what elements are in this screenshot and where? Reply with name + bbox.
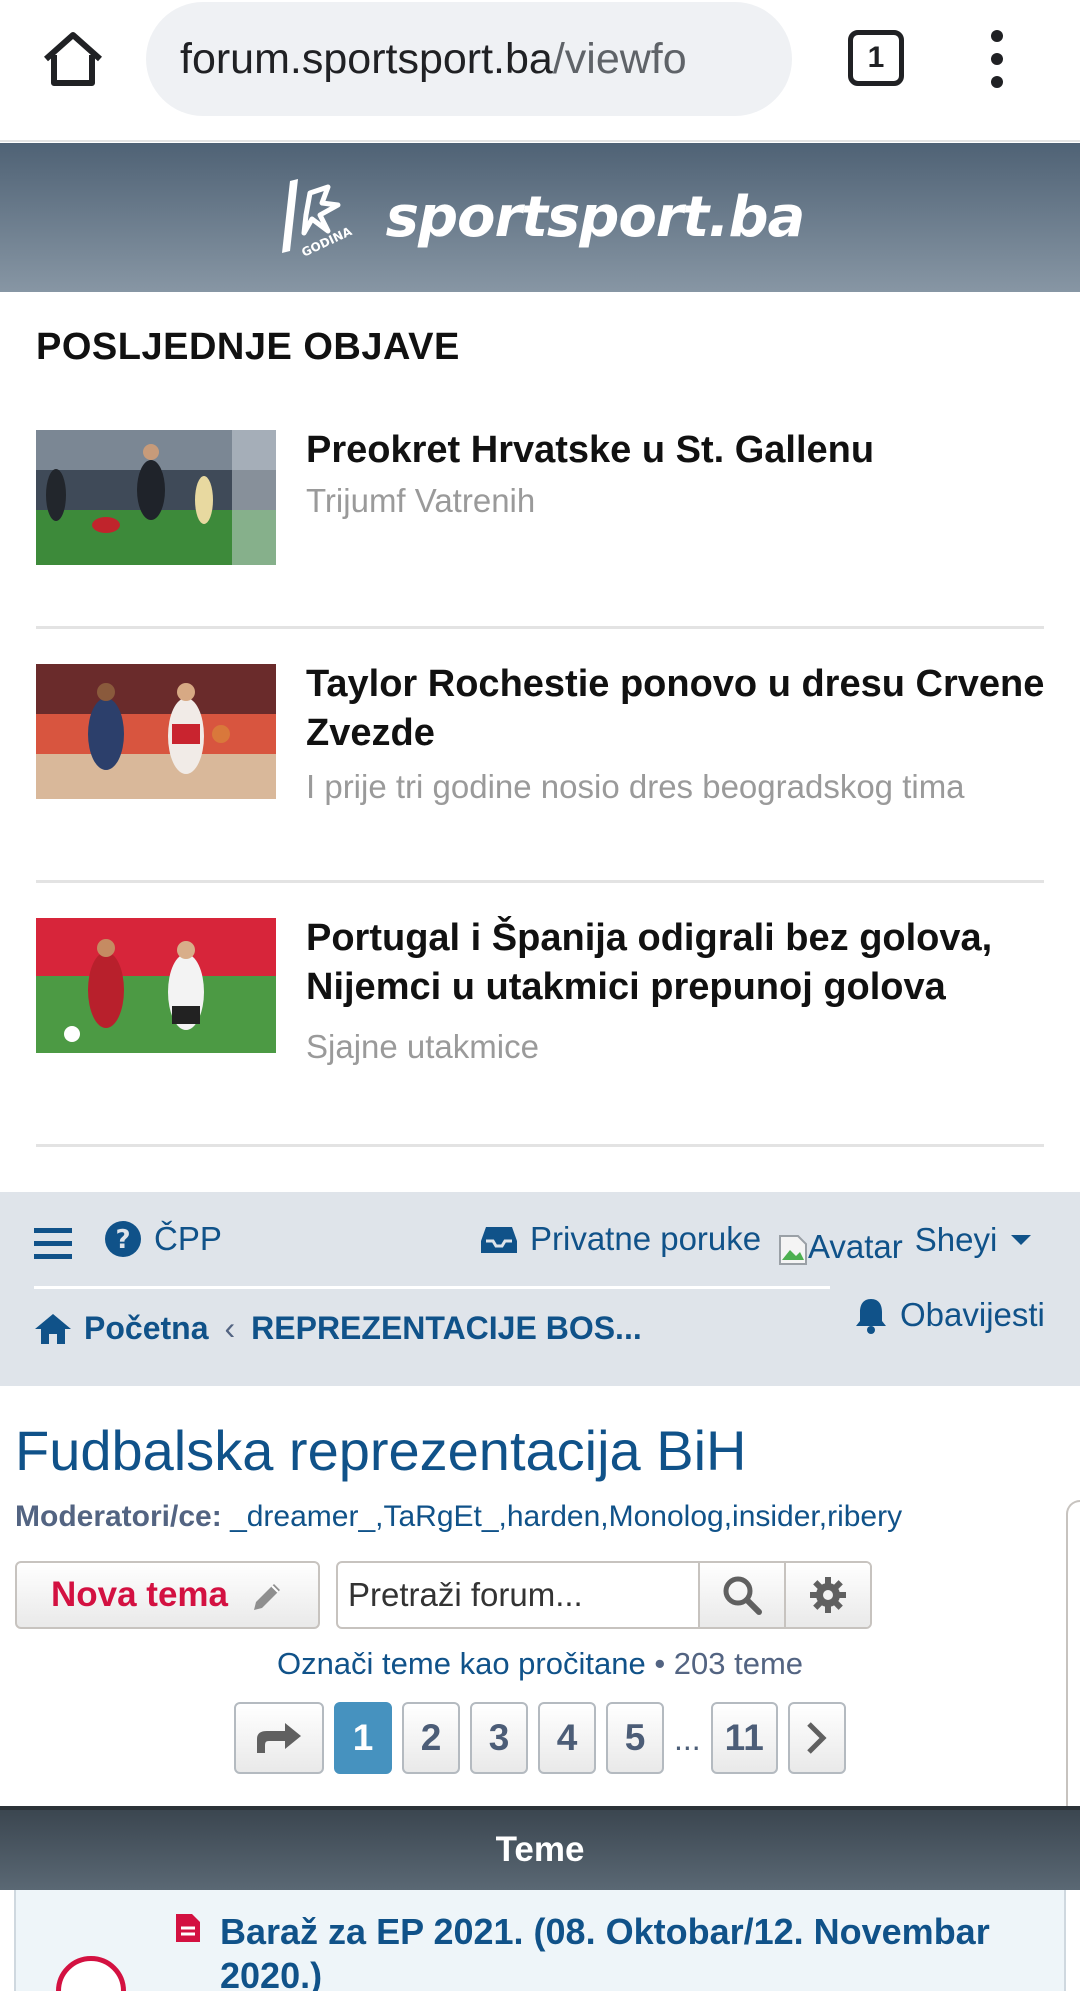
moderators-label: Moderatori/ce: <box>15 1500 222 1533</box>
home-icon <box>35 1313 71 1344</box>
topic-row[interactable]: Baraž za EP 2021. (08. Oktobar/12. Novem… <box>14 1890 1066 1991</box>
user-menu[interactable]: Avatar Sheyi <box>778 1214 1033 1266</box>
share-arrow-icon <box>257 1723 301 1753</box>
topic-status-icon <box>56 1956 126 1991</box>
page-button[interactable]: 4 <box>538 1702 596 1774</box>
latest-posts-section: POSLJEDNJE OBJAVE Preokret Hrvatske u St… <box>0 292 1080 1192</box>
pagination-ellipsis: ... <box>674 1721 701 1757</box>
post-title[interactable]: Preokret Hrvatske u St. Gallenu <box>306 426 1046 475</box>
divider <box>36 880 1044 883</box>
new-topic-label: Nova tema <box>50 1575 229 1614</box>
latest-posts-heading: POSLJEDNJE OBJAVE <box>36 326 460 368</box>
site-logo[interactable]: GODINA sportsport.ba <box>276 173 805 263</box>
advanced-search-button[interactable] <box>786 1563 870 1627</box>
navbar-divider <box>34 1286 830 1289</box>
topic-title[interactable]: Baraž za EP 2021. (08. Oktobar/12. Novem… <box>220 1910 1064 1991</box>
search-button[interactable] <box>700 1563 786 1627</box>
svg-text:?: ? <box>115 1225 130 1255</box>
latest-post[interactable]: Portugal i Španija odigrali bez golova, … <box>36 917 1044 1148</box>
broken-image-icon <box>779 1235 807 1265</box>
tab-switcher-icon[interactable]: 1 <box>848 30 904 86</box>
latest-post[interactable]: Preokret Hrvatske u St. Gallenu Trijumf … <box>36 429 1044 630</box>
forum-title[interactable]: Fudbalska reprezentacija BiH <box>15 1418 746 1483</box>
forum-content: Fudbalska reprezentacija BiH Moderatori/… <box>0 1386 1080 1806</box>
moderators-list[interactable]: _dreamer_,TaRgEt_,harden,Monolog,insider… <box>230 1500 902 1533</box>
divider <box>36 1144 1044 1147</box>
username: Sheyi <box>914 1221 998 1258</box>
forum-search: Pretraži forum... <box>336 1561 872 1629</box>
bell-icon <box>856 1299 886 1334</box>
url-path: /viewfo <box>552 34 687 83</box>
mark-read-link[interactable]: Označi teme kao pročitane <box>277 1646 646 1681</box>
avatar-alt-text: Avatar <box>808 1228 903 1265</box>
breadcrumb: Početna ‹ REPREZENTACIJE BOS... <box>34 1310 642 1347</box>
logo-text: sportsport.ba <box>385 185 806 250</box>
overflow-menu-icon[interactable] <box>980 30 1014 88</box>
pagination: 1 2 3 4 5 ... 11 <box>234 1702 846 1774</box>
announcement-icon <box>174 1912 202 1949</box>
breadcrumb-home[interactable]: Početna <box>84 1310 208 1347</box>
new-topic-button[interactable]: Nova tema <box>15 1561 320 1629</box>
tab-count: 1 <box>867 41 885 74</box>
post-thumbnail[interactable] <box>36 918 276 1053</box>
search-input[interactable]: Pretraži forum... <box>338 1563 700 1627</box>
post-thumbnail[interactable] <box>36 664 276 799</box>
page-button-last[interactable]: 11 <box>710 1702 778 1774</box>
latest-post[interactable]: Taylor Rochestie ponovo u dresu Crvene Z… <box>36 663 1044 884</box>
post-subtitle: Sjajne utakmice <box>306 1028 539 1065</box>
browser-toolbar: forum.sportsport.ba/viewfo 1 <box>0 0 1080 142</box>
private-messages-link[interactable]: Privatne poruke <box>480 1220 761 1258</box>
site-header: GODINA sportsport.ba <box>0 143 1080 292</box>
topics-header: Teme <box>0 1806 1080 1890</box>
search-icon <box>723 1576 762 1615</box>
url-bar[interactable]: forum.sportsport.ba/viewfo <box>146 2 792 116</box>
faq-link[interactable]: ? ČPP <box>104 1220 222 1258</box>
url-domain: forum.sportsport.ba <box>180 34 553 83</box>
breadcrumb-separator: ‹ <box>224 1310 236 1346</box>
topics-header-label: Teme <box>495 1830 585 1869</box>
page-button[interactable]: 3 <box>470 1702 528 1774</box>
next-page-button[interactable] <box>787 1702 846 1774</box>
faq-label: ČPP <box>154 1220 222 1257</box>
question-circle-icon: ? <box>105 1221 141 1257</box>
page-button[interactable]: 5 <box>606 1702 664 1774</box>
breadcrumb-current[interactable]: REPREZENTACIJE BOS... <box>251 1310 642 1347</box>
post-title[interactable]: Portugal i Španija odigrali bez golova, … <box>306 914 1046 1012</box>
post-title[interactable]: Taylor Rochestie ponovo u dresu Crvene Z… <box>306 660 1046 758</box>
post-thumbnail[interactable] <box>36 430 276 565</box>
chevron-down-icon <box>1011 1235 1032 1245</box>
home-icon[interactable] <box>40 26 106 92</box>
anniversary-badge-icon: GODINA <box>281 178 354 259</box>
avatar: Avatar <box>778 1214 903 1266</box>
forum-actions-line: Označi teme kao pročitane • 203 teme <box>0 1646 1080 1682</box>
notifications-link[interactable]: Obavijesti <box>854 1296 1045 1334</box>
inbox-icon <box>481 1227 517 1253</box>
moderators-line: Moderatori/ce: _dreamer_,TaRgEt_,harden,… <box>15 1500 902 1534</box>
private-messages-label: Privatne poruke <box>530 1220 762 1257</box>
gear-icon <box>810 1577 846 1613</box>
post-subtitle: Trijumf Vatrenih <box>306 482 536 519</box>
page-button-current[interactable]: 1 <box>334 1702 392 1774</box>
jump-to-page-button[interactable] <box>234 1702 324 1774</box>
chevron-right-icon <box>807 1722 827 1754</box>
hamburger-menu-icon[interactable] <box>34 1226 72 1260</box>
side-panel-edge <box>1066 1500 1080 1820</box>
divider <box>36 626 1044 629</box>
post-subtitle: I prije tri godine nosio dres beogradsko… <box>306 768 965 805</box>
notifications-label: Obavijesti <box>900 1296 1045 1333</box>
forum-navbar: ? ČPP Privatne poruke Avatar Sheyi Obavi… <box>0 1192 1080 1386</box>
page-button[interactable]: 2 <box>402 1702 460 1774</box>
pencil-icon <box>254 1584 281 1610</box>
topic-count: • 203 teme <box>645 1646 804 1681</box>
